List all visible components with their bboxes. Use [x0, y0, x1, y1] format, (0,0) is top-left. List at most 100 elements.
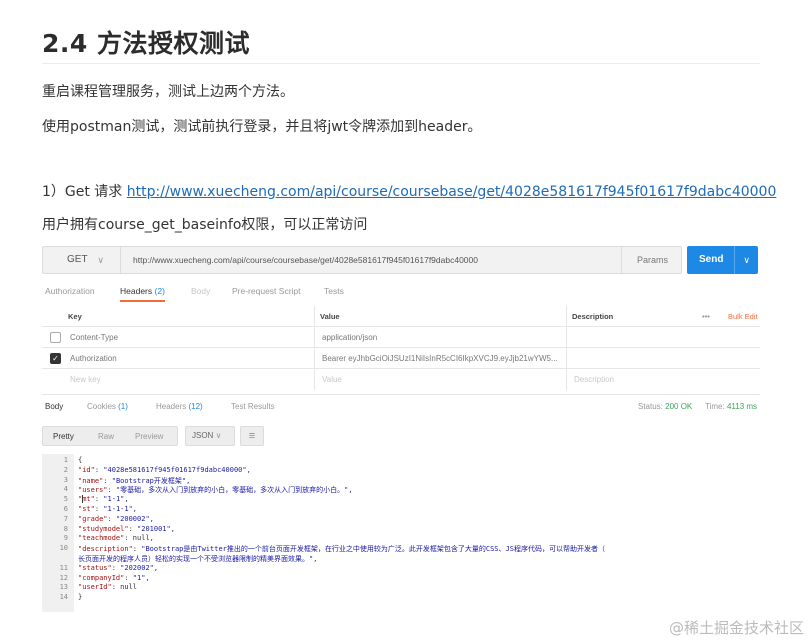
line-number: 12 [59, 573, 68, 582]
tab-cookies[interactable]: Cookies (1) [87, 402, 128, 411]
chevron-down-icon[interactable]: ∨ [734, 246, 750, 274]
format-select[interactable]: JSON ∨ [185, 426, 235, 446]
code-line: { [78, 456, 83, 464]
response-toolbar: Pretty Raw Preview JSON ∨ ≡ [42, 424, 760, 448]
line-number: 4 [63, 485, 68, 494]
code-line: "mt": "1-1", [78, 495, 129, 504]
table-header-row: Key Value Description ••• Bulk Edit [42, 306, 760, 327]
headers-table: Key Value Description ••• Bulk Edit Cont… [42, 306, 760, 390]
json-key: "companyId" [78, 573, 125, 582]
paragraph-restart: 重启课程管理服务，测试上边两个方法。 [42, 84, 294, 100]
line-number: 10 [59, 544, 68, 553]
code-line: "teachmode": null, [78, 534, 154, 543]
col-key: Key [68, 312, 82, 321]
paragraph-get-request: 1）Get 请求 http://www.xuecheng.com/api/cou… [42, 181, 776, 201]
tab-response-headers-label: Headers [156, 402, 187, 411]
send-button[interactable]: Send ∨ [687, 246, 758, 274]
json-key: "st" [78, 505, 95, 513]
tab-response-body[interactable]: Body [45, 402, 63, 411]
params-button[interactable]: Params [621, 247, 683, 273]
json-key: "description" [78, 545, 133, 554]
tab-body[interactable]: Body [191, 286, 210, 296]
header-value[interactable]: application/json [322, 333, 377, 342]
code-line: "status": "202002", [78, 563, 159, 572]
header-key[interactable]: Content-Type [70, 333, 118, 342]
bulk-edit-link[interactable]: Bulk Edit [728, 312, 758, 321]
response-status: Status: 200 OK [638, 402, 692, 411]
tab-response-headers-count: (12) [188, 402, 203, 411]
code-line: "id": "4028e581617f945f01617f9dabc40000"… [78, 465, 251, 474]
line-number: 2 [63, 465, 68, 474]
view-preview[interactable]: Preview [135, 432, 163, 441]
tab-cookies-count: (1) [118, 402, 128, 411]
tab-tests[interactable]: Tests [324, 286, 344, 296]
request-tabs: Authorization Headers (2) Body Pre-reque… [42, 282, 760, 304]
code-line: "companyId": "1", [78, 573, 150, 582]
json-value: "1-1", [103, 495, 129, 504]
response-time: Time: 4113 ms [705, 402, 757, 411]
status-label: Status: [638, 402, 663, 411]
format-label: JSON [192, 431, 214, 440]
new-key-input[interactable]: New key [70, 375, 101, 384]
json-key: "users" [78, 486, 108, 495]
new-value-input[interactable]: Value [322, 375, 342, 384]
line-number: 5 [63, 495, 68, 504]
view-raw[interactable]: Raw [98, 432, 114, 441]
line-number: 3 [63, 475, 68, 484]
json-value: "零基础，多次从入门到放弃的小白，零基础，多次从入门到放弃的小白。", [115, 486, 353, 495]
table-row: Content-Type application/json [42, 327, 760, 348]
wrap-lines-icon[interactable]: ≡ [240, 426, 264, 446]
json-value: "Bootstrap开发框架", [111, 476, 191, 485]
line-number: 13 [59, 583, 68, 592]
view-mode-group: Pretty Raw Preview [42, 426, 178, 446]
json-key: "mt" [78, 495, 95, 504]
json-key: "studymodel" [78, 524, 129, 533]
section-heading: 2.4 方法授权测试 [42, 29, 250, 58]
paragraph-postman: 使用postman测试，测试前执行登录，并且将jwt令牌添加到header。 [42, 119, 482, 135]
code-line: "name": "Bootstrap开发框架", [78, 476, 191, 485]
col-value: Value [320, 312, 340, 321]
code-line: } [78, 593, 83, 602]
status-value: 200 OK [665, 402, 693, 411]
watermark: @稀土掘金技术社区 [668, 619, 804, 637]
json-value: null [120, 583, 138, 592]
code-line: "studymodel": "201001", [78, 524, 175, 533]
line-number: 6 [63, 505, 68, 513]
time-value: 4113 ms [726, 402, 758, 411]
tab-response-headers[interactable]: Headers (12) [156, 402, 203, 411]
line-number: 14 [59, 593, 68, 602]
row-checkbox[interactable] [50, 332, 61, 343]
code-line: "description": "Bootstrap是由Twitter推出的一个前… [78, 545, 605, 554]
json-value: "Bootstrap是由Twitter推出的一个前台页面开发框架，在行业之中使用… [141, 545, 605, 554]
row-checkbox-checked[interactable]: ✓ [50, 353, 61, 364]
method-select[interactable]: GET ∨ [43, 247, 121, 273]
code-line: "st": "1-1-1", [78, 505, 138, 513]
tab-headers[interactable]: Headers (2) [120, 286, 165, 302]
code-line: "grade": "200002", [78, 514, 154, 523]
tab-authorization[interactable]: Authorization [45, 286, 95, 296]
view-pretty[interactable]: Pretty [53, 432, 74, 441]
course-api-link[interactable]: http://www.xuecheng.com/api/course/cours… [127, 184, 777, 200]
line-number: 1 [63, 456, 68, 464]
tab-prerequest[interactable]: Pre-request Script [232, 286, 301, 296]
json-key: "status" [78, 563, 112, 572]
tab-test-results[interactable]: Test Results [231, 402, 275, 411]
new-description-input[interactable]: Description [574, 375, 614, 384]
table-row-new: New key Value Description [42, 369, 760, 390]
more-options-icon[interactable]: ••• [702, 312, 710, 321]
url-input[interactable]: http://www.xuecheng.com/api/course/cours… [133, 247, 478, 273]
paragraph-permission: 用户拥有course_get_baseinfo权限，可以正常访问 [42, 217, 368, 233]
json-value: null, [132, 534, 154, 543]
method-label: GET [67, 254, 88, 265]
text-cursor [82, 495, 83, 503]
header-value[interactable]: Bearer eyJhbGciOiJSUzI1NiIsInR5cCI6IkpXV… [322, 354, 558, 363]
json-value: "202002", [120, 563, 159, 572]
json-value: "1", [132, 573, 150, 582]
code-line: 长页面开发的程序人员）轻松的实现一个不受浏览器限制的精美界面效果。", [78, 555, 318, 563]
chevron-down-icon: ∨ [97, 255, 104, 265]
postman-screenshot: GET ∨ http://www.xuecheng.com/api/course/… [42, 238, 760, 612]
code-line: "users": "零基础，多次从入门到放弃的小白，零基础，多次从入门到放弃的小… [78, 486, 353, 495]
json-key: "userId" [78, 583, 112, 592]
table-row: ✓ Authorization Bearer eyJhbGciOiJSUzI1N… [42, 348, 760, 369]
header-key[interactable]: Authorization [70, 354, 117, 363]
